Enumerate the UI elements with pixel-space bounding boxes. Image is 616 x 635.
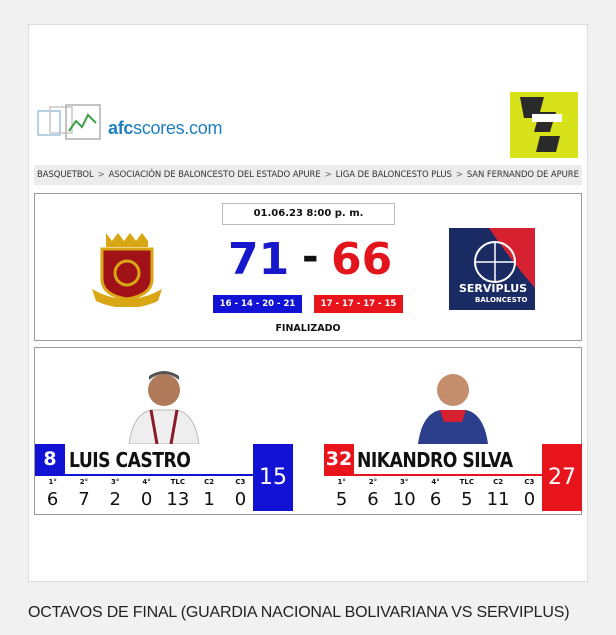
stat-value: 6 <box>429 489 442 510</box>
breadcrumb-sep: > <box>97 170 105 180</box>
stat-value: 5 <box>335 489 348 510</box>
away-score: 66 <box>331 234 393 285</box>
stat-cell: 1° 6 <box>37 478 68 510</box>
stat-cell: 4° 6 <box>420 478 451 510</box>
stat-label: C2 <box>204 478 215 486</box>
away-team-logo[interactable]: SERVIPLUS BALONCESTO <box>449 228 535 310</box>
stat-value: 0 <box>234 489 247 510</box>
home-score: 71 <box>228 234 290 285</box>
breadcrumb-sep: > <box>455 170 463 180</box>
player-total: 27 <box>542 444 582 511</box>
stat-cell: 3° 10 <box>389 478 420 510</box>
stat-value: 6 <box>367 489 379 510</box>
stat-cell: 1° 5 <box>326 478 357 510</box>
player-total: 15 <box>253 444 293 511</box>
stat-value: 7 <box>78 489 90 510</box>
player-photo <box>121 360 207 444</box>
breadcrumb-item[interactable]: BASQUETBOL <box>37 170 94 180</box>
stat-cell: 2° 6 <box>357 478 388 510</box>
stat-cell: TLC 5 <box>451 478 482 510</box>
stat-value: 10 <box>392 489 416 510</box>
away-quarters: 17 - 17 - 17 - 15 <box>314 295 403 313</box>
stat-value: 2 <box>109 489 121 510</box>
player-name: LUIS CASTRO <box>69 448 191 472</box>
stat-label: 4° <box>142 478 151 486</box>
breadcrumb-item[interactable]: ASOCIACIÓN DE BALONCESTO DEL ESTADO APUR… <box>109 170 321 180</box>
away-logo-subtext: BALONCESTO <box>475 296 528 304</box>
stat-cell: 3° 2 <box>100 478 131 510</box>
player-number: 8 <box>35 444 65 474</box>
ad-banner[interactable] <box>510 92 578 158</box>
stat-label: 3° <box>400 478 409 486</box>
stat-value: 11 <box>486 489 510 510</box>
stat-label: TLC <box>170 478 186 486</box>
page: afcscores.com BASQUETBOL > ASOCIACIÓN DE B… <box>0 0 616 635</box>
player-name: NIKANDRO SILVA <box>357 448 513 472</box>
stat-label: 1° <box>48 478 57 486</box>
stat-cell: C2 11 <box>482 478 513 510</box>
logo-text-a: afc <box>108 118 134 138</box>
stat-label: 4° <box>431 478 440 486</box>
player-underline <box>324 474 542 476</box>
stat-label: TLC <box>459 478 475 486</box>
player-avatar <box>128 371 200 444</box>
stat-label: 2° <box>79 478 89 486</box>
away-logo-text: SERVIPLUS <box>459 282 528 295</box>
logo-text-b: scores.com <box>133 118 223 138</box>
breadcrumb: BASQUETBOL > ASOCIACIÓN DE BALONCESTO DEL … <box>34 165 582 185</box>
stat-cell: 4° 0 <box>131 478 162 510</box>
player-underline <box>35 474 253 476</box>
stat-value: 6 <box>46 489 59 510</box>
match-datetime: 01.06.23 8:00 p. m. <box>222 203 395 225</box>
match-status: FINALIZADO <box>275 323 341 334</box>
stat-value: 0 <box>140 489 153 510</box>
stat-cell: C2 1 <box>193 478 224 510</box>
player-number: 32 <box>324 444 354 474</box>
breadcrumb-sep: > <box>324 170 332 180</box>
stat-cell: TLC 13 <box>162 478 193 510</box>
home-team-logo[interactable] <box>88 229 166 308</box>
player-stats: 1° 5 2° 6 3° 10 4° 6 TLC 5 C2 11 C3 0 <box>326 478 545 510</box>
stat-cell: C3 0 <box>514 478 545 510</box>
stat-label: C3 <box>235 478 246 486</box>
home-quarters: 16 - 14 - 20 - 21 <box>213 295 302 313</box>
player-photo <box>410 360 496 444</box>
ad-graphic <box>510 92 578 158</box>
stat-label: 2° <box>368 478 378 486</box>
stat-label: C3 <box>524 478 535 486</box>
score-dash: - <box>302 234 319 280</box>
chart-logo-icon <box>37 104 101 140</box>
stat-label: 1° <box>337 478 346 486</box>
stat-value: 0 <box>523 489 536 510</box>
stat-label: 3° <box>111 478 120 486</box>
stat-value: 1 <box>203 489 215 510</box>
match-title: OCTAVOS DE FINAL (GUARDIA NACIONAL BOLIV… <box>28 604 570 621</box>
stat-cell: 2° 7 <box>68 478 99 510</box>
home-shield-icon <box>92 233 162 308</box>
stat-value: 5 <box>461 489 473 510</box>
breadcrumb-item[interactable]: SAN FERNANDO DE APURE <box>467 170 579 180</box>
stat-value: 13 <box>166 489 190 510</box>
breadcrumb-item[interactable]: LIGA DE BALONCESTO PLUS <box>336 170 452 180</box>
stat-label: C2 <box>493 478 504 486</box>
player-stats: 1° 6 2° 7 3° 2 4° 0 TLC 13 C2 1 C3 0 <box>37 478 256 510</box>
player-avatar <box>418 374 488 444</box>
stat-cell: C3 0 <box>225 478 256 510</box>
site-logo-text[interactable]: afcscores.com <box>108 118 222 139</box>
